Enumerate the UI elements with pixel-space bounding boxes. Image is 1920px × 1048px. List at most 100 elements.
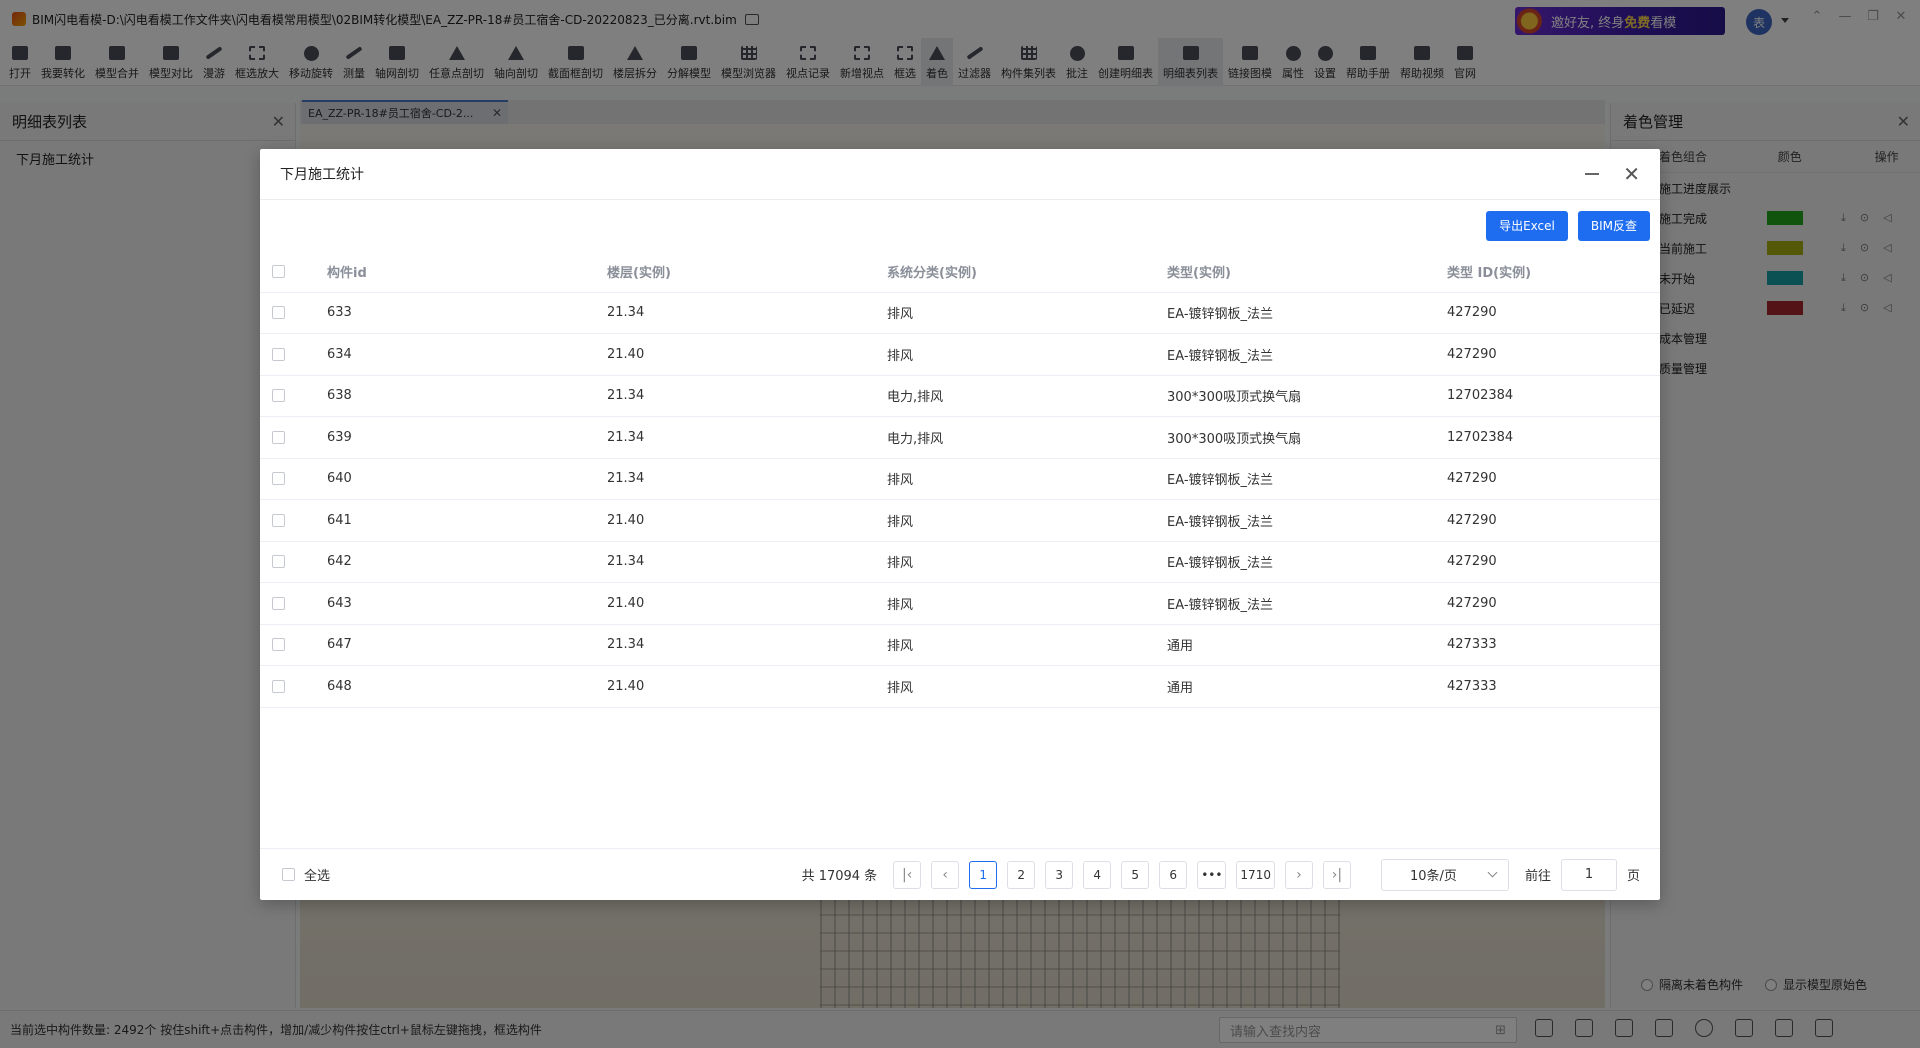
row-checkbox[interactable] <box>272 513 285 527</box>
schedule-table: 构件id 楼层(实例) 系统分类(实例) 类型(实例) 类型 ID(实例) 63… <box>260 251 1660 708</box>
cell-component-id: 647 <box>327 637 352 653</box>
cell-type: EA-镀锌钢板_法兰 <box>1167 307 1274 323</box>
cell-floor: 21.34 <box>607 637 645 653</box>
cell-type-id: 12702384 <box>1447 429 1514 445</box>
cell-type-id: 427290 <box>1447 471 1497 487</box>
cell-floor: 21.40 <box>607 678 645 694</box>
col-type-id: 类型 ID(实例) <box>1447 265 1532 281</box>
table-row[interactable]: 634 21.40 排风 EA-镀锌钢板_法兰 427290 <box>260 334 1660 376</box>
table-row[interactable]: 648 21.40 排风 通用 427333 <box>260 666 1660 708</box>
cell-system: 排风 <box>887 597 914 613</box>
last-page-button[interactable]: 1710 <box>1236 860 1275 889</box>
cell-component-id: 639 <box>327 429 352 445</box>
bim-lookup-button[interactable]: BIM反查 <box>1577 210 1650 241</box>
cell-floor: 21.40 <box>607 346 645 362</box>
table-row[interactable]: 643 21.40 排风 EA-镀锌钢板_法兰 427290 <box>260 583 1660 625</box>
cell-type-id: 427290 <box>1447 554 1497 570</box>
cell-component-id: 640 <box>327 471 352 487</box>
table-row[interactable]: 638 21.34 电力,排风 300*300吸顶式换气扇 12702384 <box>260 376 1660 417</box>
cell-type: EA-镀锌钢板_法兰 <box>1167 597 1274 613</box>
page-size-select[interactable]: 10条/页 <box>1380 858 1509 891</box>
cell-system: 电力,排风 <box>887 390 944 406</box>
row-checkbox[interactable] <box>272 596 285 610</box>
row-checkbox[interactable] <box>272 555 285 569</box>
page-button[interactable]: 2 <box>1007 860 1036 889</box>
dialog-actions: 导出Excel BIM反查 <box>260 200 1660 251</box>
goto-label: 前往 <box>1524 869 1551 884</box>
next-page-icon[interactable]: › <box>1284 860 1313 889</box>
cell-floor: 21.40 <box>607 595 645 611</box>
cell-component-id: 638 <box>327 388 352 404</box>
page-button[interactable]: 1 <box>969 860 998 889</box>
row-checkbox[interactable] <box>272 679 285 693</box>
cell-component-id: 633 <box>327 305 352 321</box>
cell-component-id: 641 <box>327 512 352 528</box>
dialog-header: 下月施工统计 ✕ <box>260 149 1660 200</box>
header-checkbox[interactable] <box>272 264 285 278</box>
page-button[interactable]: 5 <box>1121 860 1150 889</box>
table-row[interactable]: 647 21.34 排风 通用 427333 <box>260 625 1660 666</box>
minimize-icon[interactable] <box>1585 173 1600 175</box>
row-checkbox[interactable] <box>272 638 285 652</box>
cell-component-id: 642 <box>327 554 352 570</box>
chevron-down-icon <box>1487 867 1498 878</box>
export-excel-button[interactable]: 导出Excel <box>1486 210 1568 241</box>
select-all-checkbox[interactable] <box>282 868 295 881</box>
col-component-id: 构件id <box>327 265 367 281</box>
cell-system: 排风 <box>887 556 914 572</box>
cell-system: 排风 <box>887 473 914 489</box>
cell-system: 电力,排风 <box>887 431 944 447</box>
table-body: 633 21.34 排风 EA-镀锌钢板_法兰 427290 634 21.40 排风 EA-镀… <box>260 293 1660 708</box>
table-row[interactable]: 641 21.40 排风 EA-镀锌钢板_法兰 427290 <box>260 500 1660 542</box>
cell-type-id: 427290 <box>1447 512 1497 528</box>
cell-system: 排风 <box>887 514 914 530</box>
cell-type: EA-镀锌钢板_法兰 <box>1167 556 1274 572</box>
page-button[interactable]: 4 <box>1083 860 1112 889</box>
cell-type: EA-镀锌钢板_法兰 <box>1167 348 1274 364</box>
table-row[interactable]: 639 21.34 电力,排风 300*300吸顶式换气扇 12702384 <box>260 417 1660 459</box>
select-all[interactable]: 全选 <box>282 865 330 884</box>
page-size-value: 10条/页 <box>1409 869 1457 884</box>
row-checkbox[interactable] <box>272 389 285 403</box>
cell-type: EA-镀锌钢板_法兰 <box>1167 473 1274 489</box>
cell-system: 排风 <box>887 639 914 655</box>
cell-component-id: 648 <box>327 678 352 694</box>
cell-type: 300*300吸顶式换气扇 <box>1167 431 1302 447</box>
cell-type-id: 427333 <box>1447 678 1497 694</box>
cell-floor: 21.34 <box>607 554 645 570</box>
table-row[interactable]: 633 21.34 排风 EA-镀锌钢板_法兰 427290 <box>260 293 1660 334</box>
page-unit: 页 <box>1626 869 1640 884</box>
cell-floor: 21.34 <box>607 471 645 487</box>
cell-system: 排风 <box>887 307 914 323</box>
last-page-icon[interactable]: ›| <box>1322 860 1351 889</box>
table-row[interactable]: 640 21.34 排风 EA-镀锌钢板_法兰 427290 <box>260 459 1660 500</box>
cell-type-id: 12702384 <box>1447 388 1514 404</box>
cell-type: 300*300吸顶式换气扇 <box>1167 390 1302 406</box>
row-checkbox[interactable] <box>272 430 285 444</box>
row-checkbox[interactable] <box>272 472 285 486</box>
cell-floor: 21.34 <box>607 388 645 404</box>
row-checkbox[interactable] <box>272 306 285 320</box>
col-type: 类型(实例) <box>1167 265 1231 281</box>
goto-page-input[interactable]: 1 <box>1560 858 1617 891</box>
page-numbers: 123456 <box>969 860 1188 889</box>
row-checkbox[interactable] <box>272 347 285 361</box>
table-row[interactable]: 642 21.34 排风 EA-镀锌钢板_法兰 427290 <box>260 542 1660 583</box>
cell-system: 排风 <box>887 348 914 364</box>
col-floor: 楼层(实例) <box>607 265 671 281</box>
cell-component-id: 634 <box>327 346 352 362</box>
prev-page-icon[interactable]: ‹ <box>931 860 960 889</box>
more-pages-button[interactable]: ••• <box>1197 860 1227 889</box>
cell-system: 排风 <box>887 680 914 696</box>
pager: 共 17094 条 |‹ ‹ 123456 ••• 1710 › ›| 10条/… <box>801 858 1640 891</box>
cell-component-id: 643 <box>327 595 352 611</box>
cell-type-id: 427290 <box>1447 305 1497 321</box>
close-icon[interactable]: ✕ <box>1623 164 1640 184</box>
cell-type: EA-镀锌钢板_法兰 <box>1167 514 1274 530</box>
select-all-label: 全选 <box>304 869 331 884</box>
cell-type: 通用 <box>1167 680 1194 696</box>
page-button[interactable]: 3 <box>1045 860 1074 889</box>
page-button[interactable]: 6 <box>1159 860 1188 889</box>
total-count: 共 17094 条 <box>801 869 878 884</box>
first-page-icon[interactable]: |‹ <box>893 860 922 889</box>
